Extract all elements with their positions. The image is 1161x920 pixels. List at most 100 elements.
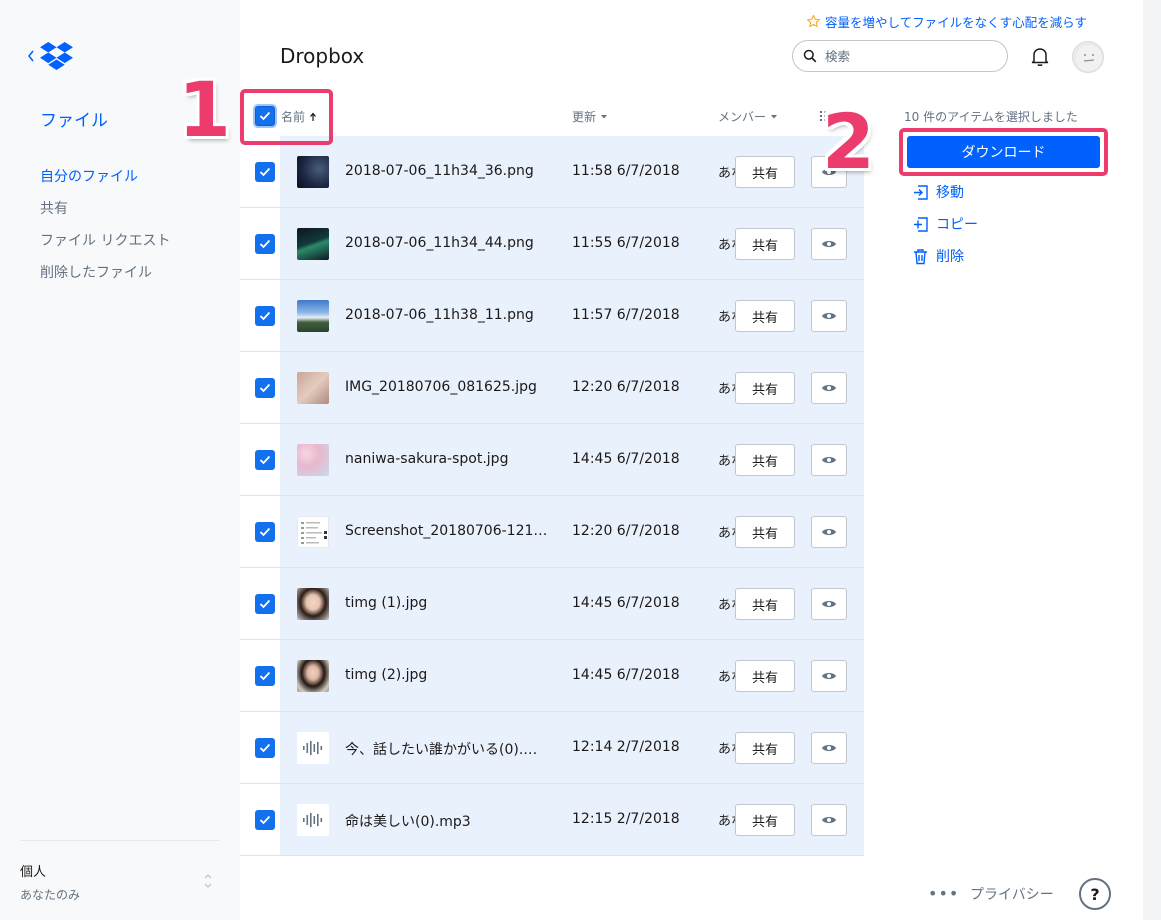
eye-icon — [822, 817, 836, 823]
eye-icon — [822, 673, 836, 679]
share-button[interactable]: 共有 — [735, 660, 795, 692]
row-checkbox[interactable] — [255, 810, 275, 830]
selection-count: 10 件のアイテムを選択しました — [904, 110, 1078, 124]
move-action[interactable]: 移動 — [912, 182, 964, 202]
file-name[interactable]: timg (1).jpg — [345, 595, 427, 611]
share-button[interactable]: 共有 — [735, 300, 795, 332]
more-options-button[interactable]: ••• — [928, 884, 959, 903]
preview-button[interactable] — [811, 588, 847, 620]
row-checkbox[interactable] — [255, 738, 275, 758]
sidebar-item-my-files[interactable]: 自分のファイル — [40, 166, 170, 198]
preview-button[interactable] — [811, 732, 847, 764]
preview-button[interactable] — [811, 660, 847, 692]
upgrade-text[interactable]: 容量を増やしてファイルをなくす心配を減らす — [825, 12, 1087, 31]
file-modified: 14:45 6/7/2018 — [572, 667, 680, 683]
sidebar-divider — [20, 840, 220, 841]
eye-icon — [822, 457, 836, 463]
preview-button[interactable] — [811, 444, 847, 476]
move-icon — [914, 184, 928, 200]
share-button[interactable]: 共有 — [735, 588, 795, 620]
annotation-step-1: 1 — [178, 65, 231, 154]
search-box[interactable] — [792, 40, 1008, 72]
check-icon — [259, 311, 271, 321]
row-checkbox[interactable] — [255, 522, 275, 542]
table-row[interactable]: naniwa-sakura-spot.jpg 14:45 6/7/2018 あな… — [240, 424, 864, 496]
row-checkbox[interactable] — [255, 234, 275, 254]
share-button[interactable]: 共有 — [735, 444, 795, 476]
file-modified: 12:20 6/7/2018 — [572, 523, 680, 539]
search-input[interactable] — [825, 48, 995, 64]
file-thumbnail — [297, 444, 329, 476]
search-icon — [803, 49, 817, 63]
share-button[interactable]: 共有 — [735, 372, 795, 404]
file-thumbnail — [297, 516, 329, 548]
file-name[interactable]: IMG_20180706_081625.jpg — [345, 379, 537, 395]
privacy-link[interactable]: プライバシー — [970, 884, 1054, 904]
check-icon — [259, 167, 271, 177]
file-name[interactable]: naniwa-sakura-spot.jpg — [345, 451, 508, 467]
upgrade-link[interactable]: 容量を増やしてファイルをなくす心配を減らす — [806, 12, 1087, 31]
column-header-modified[interactable]: 更新 — [572, 108, 608, 125]
file-modified: 14:45 6/7/2018 — [572, 595, 680, 611]
file-name[interactable]: 2018-07-06_11h38_11.png — [345, 307, 534, 323]
eye-icon — [822, 241, 836, 247]
share-button[interactable]: 共有 — [735, 804, 795, 836]
sidebar-item-file-requests[interactable]: ファイル リクエスト — [40, 230, 170, 262]
sidebar-item-shared[interactable]: 共有 — [40, 198, 170, 230]
row-checkbox[interactable] — [255, 378, 275, 398]
help-button[interactable]: ? — [1079, 878, 1111, 910]
preview-button[interactable] — [811, 300, 847, 332]
table-row[interactable]: timg (1).jpg 14:45 6/7/2018 あなたのみ 共有 — [240, 568, 864, 640]
table-row[interactable]: 2018-07-06_11h38_11.png 11:57 6/7/2018 あ… — [240, 280, 864, 352]
table-row[interactable]: 今、話したい誰かがいる(0).m... 12:14 2/7/2018 あなたのみ… — [240, 712, 864, 784]
share-button[interactable]: 共有 — [735, 228, 795, 260]
file-thumbnail — [297, 660, 329, 692]
row-checkbox[interactable] — [255, 450, 275, 470]
avatar-face-icon — [1076, 45, 1102, 71]
file-name[interactable]: 2018-07-06_11h34_44.png — [345, 235, 534, 251]
check-icon — [259, 743, 271, 753]
row-checkbox[interactable] — [255, 594, 275, 614]
dropbox-logo-icon[interactable] — [40, 42, 73, 70]
table-row[interactable]: 2018-07-06_11h34_44.png 11:55 6/7/2018 あ… — [240, 208, 864, 280]
copy-action[interactable]: コピー — [912, 214, 978, 234]
file-name[interactable]: 今、話したい誰かがいる(0).m... — [345, 739, 550, 759]
check-icon — [259, 599, 271, 609]
table-row[interactable]: Screenshot_20180706-12164... 12:20 6/7/2… — [240, 496, 864, 568]
share-button[interactable]: 共有 — [735, 516, 795, 548]
row-checkbox[interactable] — [255, 162, 275, 182]
file-thumbnail — [297, 804, 329, 836]
avatar[interactable] — [1072, 41, 1104, 73]
account-switch-icon[interactable] — [201, 870, 215, 892]
bell-icon[interactable] — [1029, 45, 1051, 67]
share-button[interactable]: 共有 — [735, 156, 795, 188]
scrollbar-track[interactable] — [1143, 0, 1161, 920]
row-checkbox[interactable] — [255, 306, 275, 326]
preview-button[interactable] — [811, 372, 847, 404]
column-header-members[interactable]: メンバー — [718, 108, 778, 125]
trash-icon — [914, 248, 927, 264]
check-icon — [259, 527, 271, 537]
account-subtitle: あなたのみ — [20, 888, 81, 902]
table-row[interactable]: IMG_20180706_081625.jpg 12:20 6/7/2018 あ… — [240, 352, 864, 424]
file-name[interactable]: 命は美しい(0).mp3 — [345, 811, 471, 831]
share-button[interactable]: 共有 — [735, 732, 795, 764]
chevron-left-icon[interactable] — [26, 48, 36, 64]
file-name[interactable]: 2018-07-06_11h34_36.png — [345, 163, 534, 179]
table-row[interactable]: 2018-07-06_11h34_36.png 11:58 6/7/2018 あ… — [240, 136, 864, 208]
file-modified: 11:58 6/7/2018 — [572, 163, 680, 179]
file-name[interactable]: Screenshot_20180706-12164... — [345, 523, 550, 539]
preview-button[interactable] — [811, 516, 847, 548]
table-row[interactable]: timg (2).jpg 14:45 6/7/2018 あなたのみ 共有 — [240, 640, 864, 712]
table-row[interactable]: 命は美しい(0).mp3 12:15 2/7/2018 あなたのみ 共有 — [240, 784, 864, 856]
sidebar-item-deleted-files[interactable]: 削除したファイル — [40, 262, 170, 294]
preview-button[interactable] — [811, 804, 847, 836]
preview-button[interactable] — [811, 228, 847, 260]
file-name[interactable]: timg (2).jpg — [345, 667, 427, 683]
copy-label: コピー — [936, 217, 978, 233]
account-type[interactable]: 個人 — [20, 861, 46, 880]
sidebar-section-title[interactable]: ファイル — [40, 106, 108, 131]
column-header-modified-label: 更新 — [572, 110, 597, 124]
row-checkbox[interactable] — [255, 666, 275, 686]
delete-action[interactable]: 削除 — [912, 246, 964, 266]
